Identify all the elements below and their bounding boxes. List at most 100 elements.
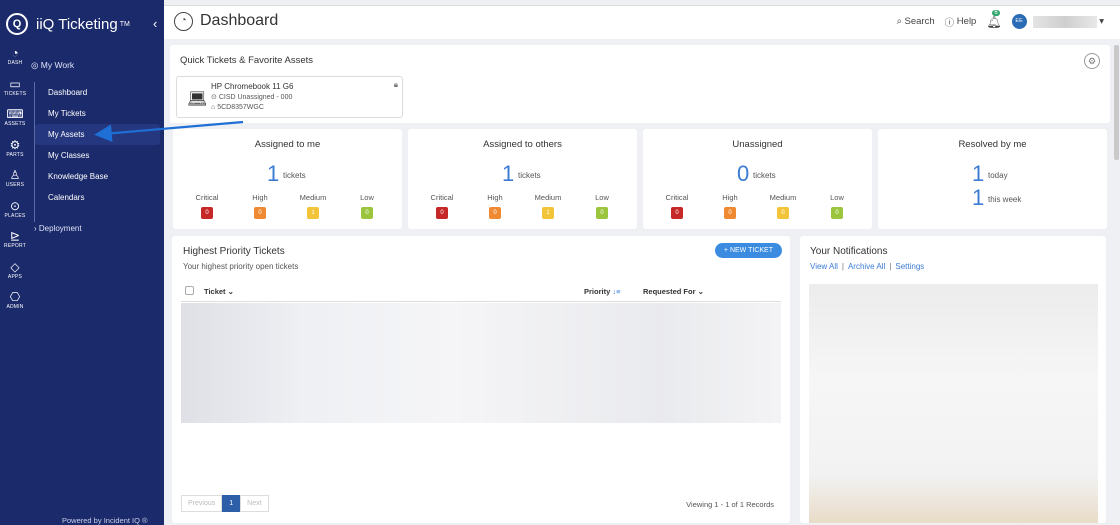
user-icon: ♙ [9, 168, 21, 182]
brand-logo-icon: Q [6, 13, 28, 35]
records-count: Viewing 1 - 1 of 1 Records [686, 500, 774, 509]
level-count: 0 [436, 207, 448, 219]
asset-location-text: CISD Unassigned - 000 [218, 94, 293, 101]
notifications-title: Your Notifications [810, 246, 888, 257]
settings-gear-icon[interactable]: ⚙ [1084, 53, 1100, 69]
page-scrollbar[interactable] [1114, 45, 1119, 160]
notifications-bell[interactable]: 🔔︎ 6 [986, 9, 1002, 29]
top-header: ◔ Dashboard ⌕ Search ⓘ Help 🔔︎ 6 EE ▾ [164, 5, 1120, 39]
nav-dashboard[interactable]: Dashboard [35, 82, 160, 103]
search-button[interactable]: ⌕ Search [897, 16, 935, 27]
collapse-sidebar-icon[interactable]: ‹ [153, 16, 157, 31]
previous-page-button[interactable]: Previous [181, 495, 223, 512]
stat-assigned-to-others[interactable]: Assigned to others 1 tickets Critical 0 H… [408, 129, 637, 229]
level-low[interactable]: Low 0 [817, 193, 857, 219]
level-critical[interactable]: Critical 0 [657, 193, 697, 219]
chevron-down-icon: ▾ [1096, 16, 1104, 27]
stat-title: Assigned to me [254, 139, 321, 150]
stat-value: 1 [502, 161, 515, 186]
select-all-checkbox[interactable] [185, 286, 194, 295]
level-high[interactable]: High 0 [475, 193, 515, 219]
divider: | [889, 262, 892, 271]
resolved-today-value: 1 [972, 161, 985, 186]
nav-calendars[interactable]: Calendars [35, 187, 160, 208]
next-page-button[interactable]: Next [240, 495, 269, 512]
level-count: 0 [777, 207, 789, 219]
stat-unit: tickets [518, 171, 541, 180]
settings-link[interactable]: Settings [895, 262, 924, 271]
rail-item-admin[interactable]: ⎔ ADMIN [0, 290, 30, 321]
level-medium[interactable]: Medium 1 [293, 193, 333, 219]
level-label: Medium [769, 193, 797, 202]
brand-name: iiQ Ticketing [36, 15, 118, 33]
level-label: Critical [195, 193, 219, 202]
search-icon: ⌕ [896, 16, 902, 27]
rail-label: PARTS [6, 151, 24, 158]
nav-my-classes[interactable]: My Classes [35, 145, 160, 166]
favorite-asset-card[interactable]: 💻︎ HP Chromebook 11 G6 ⊙ CISD Unassigned… [176, 76, 403, 118]
level-critical[interactable]: Critical 0 [422, 193, 462, 219]
rail-item-dash[interactable]: ◔ DASH [0, 46, 30, 77]
column-requested-for[interactable]: Requested For ⌄ [643, 287, 704, 296]
map-pin-icon: ⊙ [9, 198, 21, 213]
level-medium[interactable]: Medium 1 [528, 193, 568, 219]
quick-tickets-panel: Quick Tickets & Favorite Assets ⚙ 💻︎ HP … [170, 45, 1110, 123]
resolved-week-label: this week [988, 195, 1022, 204]
chevron-down-icon: ⌄ [697, 287, 704, 296]
stat-assigned-to-me[interactable]: Assigned to me 1 tickets Critical 0 High 0… [173, 129, 402, 229]
rail-item-places[interactable]: ⊙ PLACES [0, 199, 30, 230]
view-all-link[interactable]: View All [810, 262, 838, 271]
stat-value: 1 [267, 161, 280, 186]
org-chart-icon: ⎔ [9, 290, 21, 304]
level-count: 0 [596, 207, 608, 219]
level-low[interactable]: Low 0 [347, 193, 387, 219]
rail-item-parts[interactable]: ⚙ PARTS [0, 138, 30, 169]
page-number-button[interactable]: 1 [222, 495, 241, 512]
dashboard-icon: ◔ [11, 46, 19, 60]
archive-all-link[interactable]: Archive All [848, 262, 885, 271]
help-button[interactable]: ⓘ Help [945, 15, 977, 29]
deployment-label: Deployment [38, 224, 82, 233]
level-count: 0 [361, 207, 373, 219]
asset-tag-text: 5CD8357WGC [217, 104, 264, 111]
brand[interactable]: Q iiQ Ticketing TM [6, 12, 130, 36]
level-medium[interactable]: Medium 0 [763, 193, 803, 219]
level-label: Medium [534, 193, 562, 202]
column-requested-label: Requested For [643, 287, 696, 296]
priority-tickets-title: Highest Priority Tickets [183, 246, 285, 257]
table-row[interactable] [181, 303, 781, 423]
rail-item-users[interactable]: ♙ USERS [0, 168, 30, 199]
icon-rail: ◔ DASH ▭ TICKETS ⌨ ASSETS ⚙ PARTS ♙ USERS ⊙ PL… [0, 46, 30, 321]
column-priority[interactable]: Priority ↓≡ [584, 287, 621, 296]
level-high[interactable]: High 0 [240, 193, 280, 219]
nav-deployment[interactable]: › Deployment [34, 224, 82, 233]
user-menu[interactable]: EE ▾ [1011, 14, 1104, 29]
laptop-icon: 💻︎ [187, 91, 208, 108]
nav-my-assets[interactable]: My Assets [35, 124, 160, 145]
level-low[interactable]: Low 0 [582, 193, 622, 219]
my-work-nav: Dashboard My Tickets My Assets My Classe… [34, 82, 160, 222]
level-high[interactable]: High 0 [710, 193, 750, 219]
level-label: High [252, 193, 268, 202]
my-work-header[interactable]: ◎ My Work [31, 60, 74, 71]
level-count: 0 [254, 207, 266, 219]
column-ticket-label: Ticket [204, 287, 226, 296]
priority-tickets-panel: Highest Priority Tickets Your highest pr… [172, 236, 790, 523]
rail-item-report[interactable]: ⊵ REPORT [0, 229, 30, 260]
new-ticket-button[interactable]: + NEW TICKET [714, 243, 782, 258]
level-label: Low [830, 193, 844, 202]
rail-item-apps[interactable]: ◇ APPS [0, 260, 30, 291]
nav-knowledge-base[interactable]: Knowledge Base [35, 166, 160, 187]
stat-unassigned[interactable]: Unassigned 0 tickets Critical 0 High 0 Med… [643, 129, 872, 229]
rail-item-tickets[interactable]: ▭ TICKETS [0, 77, 30, 108]
column-ticket[interactable]: Ticket ⌄ [204, 287, 234, 296]
notifications-list[interactable] [809, 284, 1098, 523]
stat-resolved-by-me[interactable]: Resolved by me 1 today 1 this week [878, 129, 1107, 229]
page-title: Dashboard [200, 12, 279, 29]
my-work-label: My Work [40, 60, 75, 70]
nav-my-tickets[interactable]: My Tickets [35, 103, 160, 124]
rail-item-assets[interactable]: ⌨ ASSETS [0, 107, 30, 138]
lock-icon[interactable]: 🔒︎ [394, 80, 398, 90]
search-label: Search [904, 16, 935, 27]
level-critical[interactable]: Critical 0 [187, 193, 227, 219]
